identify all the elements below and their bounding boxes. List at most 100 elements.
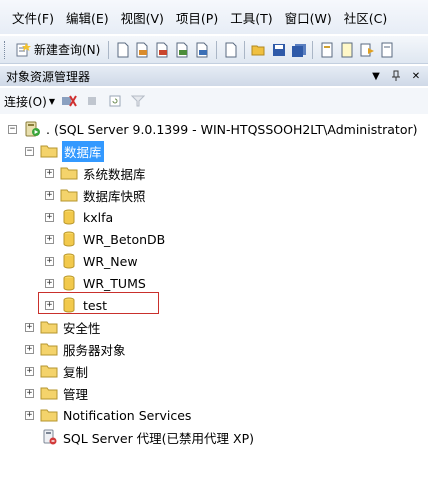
open-folder-icon [251,45,265,55]
highlight-box [38,292,159,314]
tree-node-databases[interactable]: − 数据库 [25,140,104,162]
summary-icon [381,42,393,57]
sql-agent-label: SQL Server 代理(已禁用代理 XP) [63,430,255,446]
tree-node-database[interactable]: + WR_New [45,250,139,272]
save-all-button[interactable] [290,41,307,59]
save-button[interactable] [270,41,287,59]
dmx-query-button[interactable] [174,41,191,59]
sql-query-icon [136,42,148,57]
folder-icon [60,187,78,203]
expand-icon[interactable]: + [45,168,54,178]
expand-icon[interactable]: + [45,190,54,200]
menu-file[interactable]: 文件(F) [6,8,60,27]
tree-node-system-databases[interactable]: + 系统数据库 [45,162,147,184]
menu-project[interactable]: 项目(P) [170,8,224,27]
save-icon [272,43,285,56]
save-all-icon [291,43,306,57]
connect-button[interactable]: 连接(O) ▼ [4,93,55,110]
new-query-label: 新建查询(N) [34,43,101,57]
properties-button[interactable] [318,41,335,59]
replication-label: 复制 [63,364,89,380]
expand-icon[interactable]: + [25,410,34,420]
xmla-query-button[interactable] [194,41,211,59]
collapse-icon[interactable]: − [8,124,17,134]
tree-node-replication[interactable]: + 复制 [25,360,89,382]
dropdown-icon[interactable]: ▼ [370,71,382,82]
menu-tools[interactable]: 工具(T) [224,8,278,27]
toolbar-separator [312,40,314,59]
folder-icon [40,385,58,401]
toolbar-separator [216,40,218,59]
expand-icon[interactable]: + [45,256,54,266]
object-explorer-title-bar: 对象资源管理器 ▼ ✕ [0,66,428,86]
tree-node-server[interactable]: − . (SQL Server 9.0.1399 - WIN-HTQSSOOH2… [8,118,418,140]
menu-window[interactable]: 窗口(W) [279,8,338,27]
tree-node-security[interactable]: + 安全性 [25,316,102,338]
document-icon [225,42,237,57]
database-label: kxlfa [83,209,114,225]
tree-node-notification-services[interactable]: + Notification Services [25,404,192,426]
menu-edit[interactable]: 编辑(E) [60,8,115,27]
server-label: . (SQL Server 9.0.1399 - WIN-HTQSSOOH2LT… [46,121,418,137]
stop-icon [88,97,97,105]
expand-icon[interactable]: + [45,234,54,244]
folder-icon [40,363,58,379]
object-explorer-button[interactable] [358,41,375,59]
collapse-icon[interactable]: − [25,146,34,156]
new-project-file-button[interactable] [222,41,239,59]
object-explorer-icon [360,43,374,56]
server-objects-label: 服务器对象 [63,342,126,358]
summary-button[interactable] [378,41,395,59]
xmla-query-icon [196,42,208,57]
notification-services-label: Notification Services [63,407,192,423]
object-explorer-toolbar: 连接(O) ▼ [0,88,428,114]
expand-icon[interactable]: + [25,322,34,332]
analysis-query-button[interactable] [154,41,171,59]
database-label: WR_New [83,253,138,269]
open-file-button[interactable] [250,41,267,59]
notepad-icon [341,42,353,57]
expand-icon[interactable]: + [25,388,34,398]
new-file-button[interactable] [114,41,131,59]
folder-icon [40,341,58,357]
expand-icon[interactable]: + [25,366,34,376]
management-label: 管理 [63,386,89,402]
toolbar-grip[interactable] [4,40,7,59]
expand-icon[interactable]: + [25,344,34,354]
menu-community[interactable]: 社区(C) [338,8,393,27]
stop-button[interactable] [84,92,101,110]
tree-node-database[interactable]: + WR_BetonDB [45,228,166,250]
pin-icon[interactable] [391,70,401,82]
system-databases-label: 系统数据库 [83,166,146,182]
tree-node-sql-agent[interactable]: SQL Server 代理(已禁用代理 XP) [40,426,255,448]
database-icon [60,275,78,291]
toolbar-separator [244,40,246,59]
registered-servers-button[interactable] [338,41,355,59]
security-label: 安全性 [63,320,101,336]
expand-icon[interactable]: + [45,278,54,288]
connect-label: 连接(O) [4,94,47,109]
database-engine-query-button[interactable] [134,41,151,59]
close-icon[interactable]: ✕ [410,71,422,82]
tree-node-database[interactable]: + kxlfa [45,206,114,228]
expand-icon[interactable]: + [45,212,54,222]
refresh-button[interactable] [107,92,124,110]
databases-label: 数据库 [62,140,104,162]
tree-node-db-snapshots[interactable]: + 数据库快照 [45,184,147,206]
menu-view[interactable]: 视图(V) [115,8,170,27]
disconnect-icon [62,95,78,107]
folder-icon [40,319,58,335]
disconnect-button[interactable] [61,92,78,110]
database-icon [60,209,78,225]
tree-node-database[interactable]: + WR_TUMS [45,272,147,294]
filter-button[interactable] [130,92,147,110]
tree-node-management[interactable]: + 管理 [25,382,89,404]
panel-title: 对象资源管理器 [6,69,91,84]
object-explorer-tree: − . (SQL Server 9.0.1399 - WIN-HTQSSOOH2… [0,116,428,480]
chevron-down-icon: ▼ [48,96,55,106]
db-snapshots-label: 数据库快照 [83,188,146,204]
tree-node-server-objects[interactable]: + 服务器对象 [25,338,127,360]
new-file-icon [117,42,129,57]
new-query-button[interactable]: 新建查询(N) [12,41,103,58]
folder-icon [60,165,78,181]
